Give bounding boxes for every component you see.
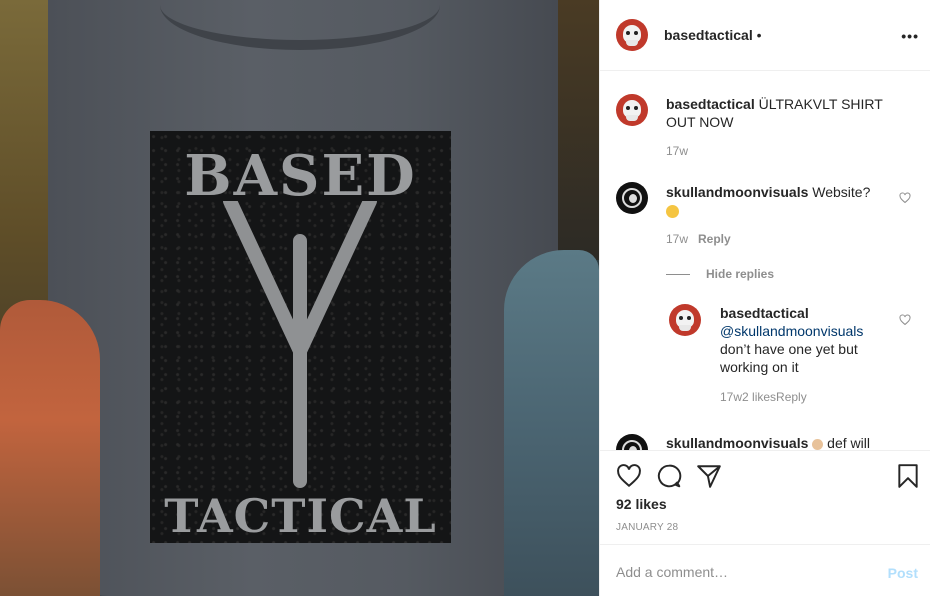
- caption-username[interactable]: basedtactical: [666, 96, 755, 112]
- share-send-icon[interactable]: [696, 463, 722, 489]
- reply-meta: 17w2 likesReply: [720, 390, 807, 404]
- reply-avatar[interactable]: [669, 304, 701, 336]
- reply-username[interactable]: basedtactical: [720, 305, 809, 321]
- hand-emoji-icon: [812, 438, 824, 450]
- reply-likes[interactable]: 2 likes: [742, 390, 776, 404]
- caption-text: basedtactical ÜLTRAKVLT SHIRT OUT NOW: [666, 95, 888, 131]
- hide-replies-label[interactable]: Hide replies: [706, 267, 774, 281]
- like-comment-heart-icon[interactable]: [899, 192, 911, 204]
- post-date[interactable]: JANUARY 28: [616, 522, 678, 533]
- author-avatar[interactable]: [616, 19, 648, 51]
- tattooed-arm-left: [0, 300, 100, 596]
- commenter-avatar[interactable]: [616, 182, 648, 214]
- comment-time[interactable]: 17w: [666, 232, 688, 246]
- comment-body: Website?: [808, 184, 871, 200]
- add-comment-input[interactable]: [616, 561, 866, 583]
- comment-meta: 17w Reply: [666, 232, 731, 246]
- skull-jaw: [626, 40, 638, 46]
- caption-avatar[interactable]: [616, 94, 648, 126]
- moon-icon: [622, 188, 642, 208]
- skull-jaw: [626, 115, 638, 121]
- likes-count[interactable]: 92 likes: [616, 496, 667, 512]
- post-actions: 92 likes JANUARY 28: [600, 450, 930, 544]
- tattooed-arm-right: [504, 250, 599, 596]
- commenter-avatar[interactable]: [616, 434, 648, 450]
- comment-username[interactable]: skullandmoonvisuals: [666, 435, 808, 450]
- author-username-text[interactable]: basedtactical: [664, 27, 753, 43]
- post-side-panel: basedtactical • ••• basedtactical ÜLTRAK…: [599, 0, 930, 596]
- shirt-print: BASED TACTICAL: [150, 131, 451, 543]
- reply-text: basedtactical @skullandmoonvisuals don’t…: [720, 304, 890, 376]
- add-comment-bar: Post: [600, 544, 930, 596]
- comments-list[interactable]: basedtactical ÜLTRAKVLT SHIRT OUT NOW 17…: [600, 72, 930, 450]
- post-header: basedtactical • •••: [600, 0, 930, 71]
- comment-reply-button[interactable]: Reply: [698, 232, 731, 246]
- like-heart-icon[interactable]: [616, 463, 642, 489]
- shirt-print-bottom-text: TACTICAL: [164, 489, 437, 543]
- algiz-rune-icon: [223, 201, 377, 488]
- header-dot: •: [752, 27, 762, 43]
- thinking-emoji-icon: [666, 204, 679, 218]
- post-comment-button[interactable]: Post: [888, 565, 918, 581]
- comment-body: def will: [823, 435, 870, 450]
- reply-reply-button[interactable]: Reply: [776, 390, 807, 404]
- save-bookmark-icon[interactable]: [895, 463, 921, 489]
- comment-username[interactable]: skullandmoonvisuals: [666, 184, 808, 200]
- skull-jaw: [679, 325, 691, 331]
- shirt-print-top-text: BASED: [184, 143, 417, 209]
- reply-mention[interactable]: @skullandmoonvisuals: [720, 323, 863, 339]
- comment-text: skullandmoonvisuals Website?: [666, 183, 888, 219]
- comment-bubble-icon[interactable]: [656, 463, 682, 489]
- moon-icon: [622, 440, 642, 450]
- author-username[interactable]: basedtactical •: [664, 27, 762, 43]
- reply-body: don’t have one yet but working on it: [720, 341, 858, 375]
- like-reply-heart-icon[interactable]: [899, 314, 911, 326]
- comment-text: skullandmoonvisuals def will: [666, 434, 888, 450]
- caption-time[interactable]: 17w: [666, 144, 688, 158]
- hide-replies-button[interactable]: Hide replies: [666, 267, 774, 281]
- hide-replies-line: [666, 274, 690, 276]
- more-options-icon[interactable]: •••: [901, 28, 919, 44]
- post-photo[interactable]: BASED TACTICAL: [0, 0, 599, 596]
- reply-time[interactable]: 17w: [720, 390, 742, 404]
